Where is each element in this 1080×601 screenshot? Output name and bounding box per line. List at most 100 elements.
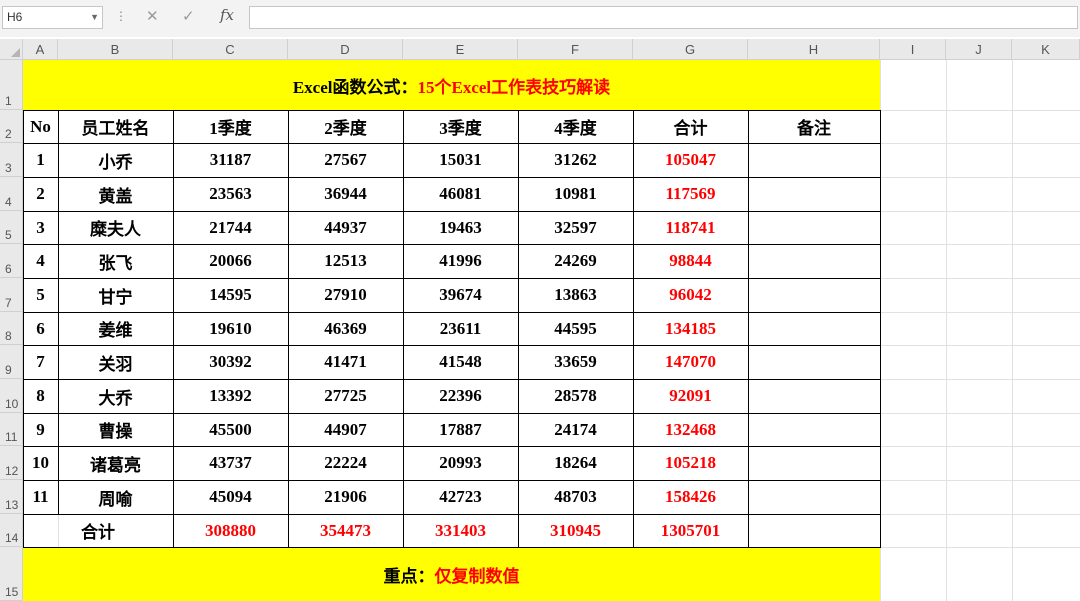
- cell-q3[interactable]: 39674: [403, 278, 518, 312]
- cell-q1[interactable]: 45094: [173, 480, 288, 514]
- header-q1[interactable]: 1季度: [173, 110, 288, 143]
- cell-remarks[interactable]: [748, 278, 880, 312]
- cell-q2[interactable]: 44907: [288, 413, 403, 446]
- cell-q4[interactable]: 24174: [518, 413, 633, 446]
- cell-remarks[interactable]: [748, 413, 880, 446]
- cell-no[interactable]: 1: [23, 143, 58, 177]
- total-label[interactable]: 合计: [23, 514, 173, 547]
- cell-no[interactable]: 10: [23, 446, 58, 480]
- total-q4[interactable]: 310945: [518, 514, 633, 547]
- cell-total[interactable]: 92091: [633, 379, 748, 413]
- row-header-10[interactable]: 10: [0, 379, 23, 413]
- cell-employee-name[interactable]: 小乔: [58, 143, 173, 177]
- cell-no[interactable]: 4: [23, 244, 58, 278]
- cell-q1[interactable]: 19610: [173, 312, 288, 345]
- cell-remarks[interactable]: [748, 446, 880, 480]
- row-header-1[interactable]: 1: [0, 60, 23, 110]
- cell-q3[interactable]: 17887: [403, 413, 518, 446]
- cell-remarks[interactable]: [748, 177, 880, 211]
- cell-remarks[interactable]: [748, 480, 880, 514]
- header-q2[interactable]: 2季度: [288, 110, 403, 143]
- cell-q2[interactable]: 21906: [288, 480, 403, 514]
- total-q2[interactable]: 354473: [288, 514, 403, 547]
- cell-employee-name[interactable]: 大乔: [58, 379, 173, 413]
- row-header-15[interactable]: 15: [0, 547, 23, 601]
- cell-q3[interactable]: 46081: [403, 177, 518, 211]
- total-remarks[interactable]: [748, 514, 880, 547]
- header-remarks[interactable]: 备注: [748, 110, 880, 143]
- cell-q4[interactable]: 33659: [518, 345, 633, 379]
- row-header-3[interactable]: 3: [0, 143, 23, 177]
- cell-q1[interactable]: 13392: [173, 379, 288, 413]
- cell-total[interactable]: 118741: [633, 211, 748, 244]
- cell-q3[interactable]: 20993: [403, 446, 518, 480]
- cell-q2[interactable]: 22224: [288, 446, 403, 480]
- cell-total[interactable]: 98844: [633, 244, 748, 278]
- cell-no[interactable]: 7: [23, 345, 58, 379]
- cell-q1[interactable]: 45500: [173, 413, 288, 446]
- cell-remarks[interactable]: [748, 379, 880, 413]
- cell-q3[interactable]: 42723: [403, 480, 518, 514]
- header-no[interactable]: No: [23, 110, 58, 143]
- total-q3[interactable]: 331403: [403, 514, 518, 547]
- cell-q1[interactable]: 14595: [173, 278, 288, 312]
- cell-total[interactable]: 147070: [633, 345, 748, 379]
- row-header-11[interactable]: 11: [0, 413, 23, 446]
- cell-remarks[interactable]: [748, 244, 880, 278]
- cell-q3[interactable]: 23611: [403, 312, 518, 345]
- total-q1[interactable]: 308880: [173, 514, 288, 547]
- cell-employee-name[interactable]: 糜夫人: [58, 211, 173, 244]
- cell-q2[interactable]: 46369: [288, 312, 403, 345]
- cell-remarks[interactable]: [748, 211, 880, 244]
- column-header-e[interactable]: E: [403, 39, 518, 60]
- header-q4[interactable]: 4季度: [518, 110, 633, 143]
- cell-employee-name[interactable]: 关羽: [58, 345, 173, 379]
- cell-no[interactable]: 9: [23, 413, 58, 446]
- cell-employee-name[interactable]: 姜维: [58, 312, 173, 345]
- cell-q4[interactable]: 24269: [518, 244, 633, 278]
- cell-q4[interactable]: 31262: [518, 143, 633, 177]
- cell-remarks[interactable]: [748, 312, 880, 345]
- cell-no[interactable]: 2: [23, 177, 58, 211]
- cell-q1[interactable]: 23563: [173, 177, 288, 211]
- column-header-b[interactable]: B: [58, 39, 173, 60]
- cell-total[interactable]: 105218: [633, 446, 748, 480]
- row-header-14[interactable]: 14: [0, 514, 23, 547]
- column-header-g[interactable]: G: [633, 39, 748, 60]
- row-header-9[interactable]: 9: [0, 345, 23, 379]
- cell-q4[interactable]: 10981: [518, 177, 633, 211]
- cell-no[interactable]: 3: [23, 211, 58, 244]
- cell-total[interactable]: 105047: [633, 143, 748, 177]
- cell-total[interactable]: 96042: [633, 278, 748, 312]
- row-header-13[interactable]: 13: [0, 480, 23, 514]
- cell-no[interactable]: 8: [23, 379, 58, 413]
- cell-q1[interactable]: 20066: [173, 244, 288, 278]
- cell-total[interactable]: 117569: [633, 177, 748, 211]
- column-header-j[interactable]: J: [946, 39, 1012, 60]
- column-header-f[interactable]: F: [518, 39, 633, 60]
- cell-no[interactable]: 6: [23, 312, 58, 345]
- cell-q3[interactable]: 19463: [403, 211, 518, 244]
- row-header-5[interactable]: 5: [0, 211, 23, 244]
- row-header-7[interactable]: 7: [0, 278, 23, 312]
- cell-q1[interactable]: 30392: [173, 345, 288, 379]
- cell-q2[interactable]: 27910: [288, 278, 403, 312]
- select-all-corner[interactable]: [0, 39, 23, 60]
- cell-employee-name[interactable]: 张飞: [58, 244, 173, 278]
- column-header-d[interactable]: D: [288, 39, 403, 60]
- row-header-4[interactable]: 4: [0, 177, 23, 211]
- cell-total[interactable]: 132468: [633, 413, 748, 446]
- cell-q4[interactable]: 28578: [518, 379, 633, 413]
- cell-q3[interactable]: 15031: [403, 143, 518, 177]
- column-header-h[interactable]: H: [748, 39, 880, 60]
- row-header-2[interactable]: 2: [0, 110, 23, 143]
- cell-q3[interactable]: 41996: [403, 244, 518, 278]
- cell-q4[interactable]: 18264: [518, 446, 633, 480]
- cell-q1[interactable]: 21744: [173, 211, 288, 244]
- column-header-i[interactable]: I: [880, 39, 946, 60]
- cell-q1[interactable]: 31187: [173, 143, 288, 177]
- row-header-8[interactable]: 8: [0, 312, 23, 345]
- header-q3[interactable]: 3季度: [403, 110, 518, 143]
- header-total[interactable]: 合计: [633, 110, 748, 143]
- cell-employee-name[interactable]: 诸葛亮: [58, 446, 173, 480]
